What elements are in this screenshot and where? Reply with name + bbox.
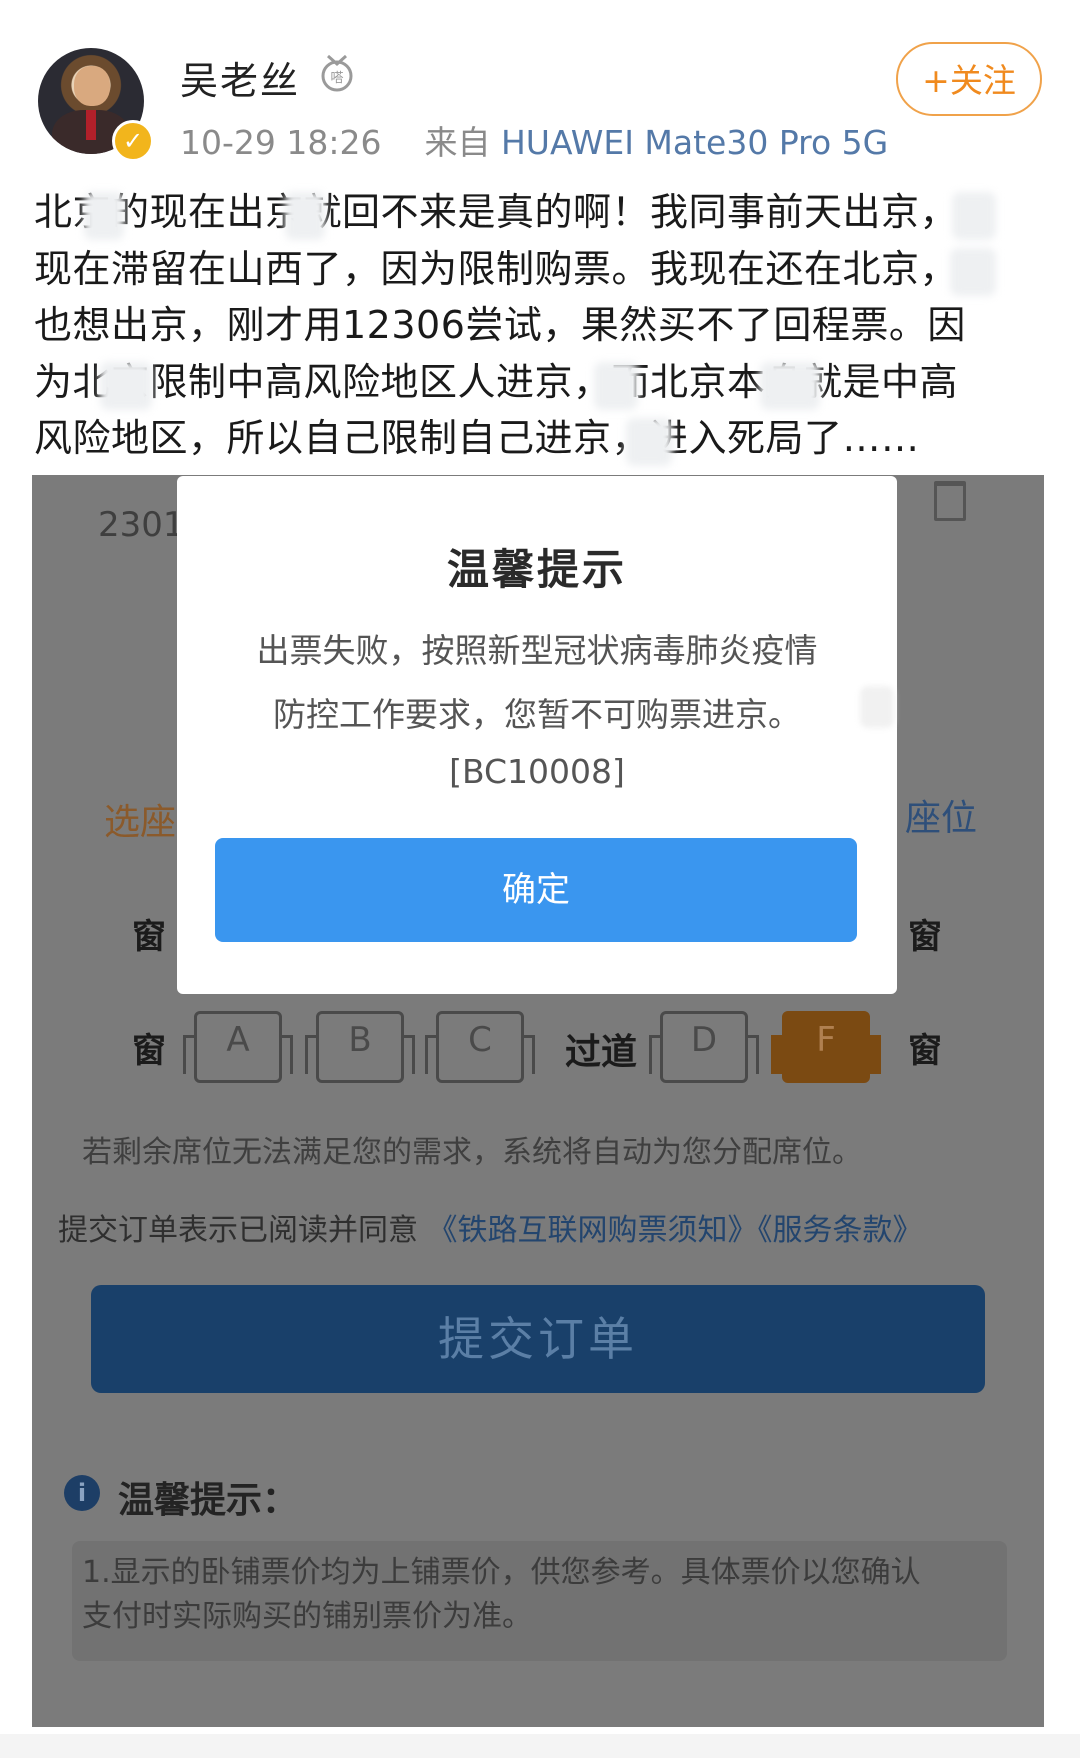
- post-timestamp: 10-29 18:26: [180, 123, 382, 162]
- avatar-tie: [86, 110, 96, 140]
- info-icon: i: [64, 1475, 100, 1511]
- blur-mask: [950, 248, 996, 296]
- blur-mask: [952, 192, 996, 240]
- medal-icon: 嗒: [321, 54, 353, 92]
- aisle-label: 过道: [565, 1032, 638, 1073]
- alert-dialog: 温馨提示 出票失败，按照新型冠状病毒肺炎疫情 防控工作要求，您暂不可购票进京。 …: [177, 476, 897, 994]
- seat-c[interactable]: C: [425, 1011, 535, 1083]
- auto-assign-hint: 若剩余席位无法满足您的需求，系统将自动为您分配席位。: [82, 1135, 862, 1170]
- dialog-message-line-2: 防控工作要求，您暂不可购票进京。: [273, 695, 801, 734]
- seat-c-label: C: [468, 1020, 492, 1060]
- blur-mask: [84, 192, 124, 240]
- seat-b[interactable]: B: [305, 1011, 415, 1083]
- svg-text:嗒: 嗒: [330, 71, 343, 86]
- blur-mask: [594, 362, 638, 410]
- dialog-error-code: [BC10008]: [449, 752, 625, 791]
- avatar-face: [74, 66, 110, 106]
- seat-d-label: D: [690, 1020, 718, 1060]
- source-prefix: 来自: [424, 123, 491, 162]
- seat-b-label: B: [348, 1020, 372, 1060]
- agreement-text: 提交订单表示已阅读并同意 《铁路互联网购票须知》《服务条款》: [58, 1205, 923, 1249]
- ticket-rules-link[interactable]: 《铁路互联网购票须知》: [428, 1213, 758, 1248]
- bottom-strip: [0, 1734, 1080, 1758]
- tip-line-2: 支付时实际购买的铺别票价为准。: [82, 1599, 532, 1634]
- agreement-prefix: 提交订单表示已阅读并同意: [58, 1213, 418, 1248]
- weibo-post-page: ✓ 吴老丝 嗒 10-29 18:26 来自 HUAWEI Mate30 Pro…: [0, 0, 1080, 1758]
- username[interactable]: 吴老丝: [180, 50, 300, 105]
- post-meta: 10-29 18:26 来自 HUAWEI Mate30 Pro 5G: [180, 116, 888, 164]
- post-line-4: 为北京限制中高风险地区人进京，而北京本身就是中高: [34, 359, 959, 404]
- verified-badge-icon: ✓: [112, 120, 154, 162]
- blur-mask: [760, 362, 820, 410]
- follow-button[interactable]: +关注: [896, 42, 1042, 116]
- window-label: 窗: [132, 917, 166, 957]
- terms-link[interactable]: 《服务条款》: [758, 1213, 923, 1248]
- source-device[interactable]: HUAWEI Mate30 Pro 5G: [501, 123, 888, 162]
- post-line-5: 风险地区，所以自己限制自己进京，进入死局了……: [34, 416, 920, 460]
- select-seat-label: 选座: [104, 802, 177, 843]
- order-number: 2301: [98, 505, 185, 545]
- submit-order-button[interactable]: 提交订单: [91, 1285, 985, 1393]
- seat-a-label: A: [226, 1020, 250, 1060]
- seat-d[interactable]: D: [649, 1011, 759, 1083]
- tips-title: 温馨提示：: [118, 1480, 299, 1521]
- confirm-button[interactable]: 确定: [215, 838, 857, 942]
- post-body: 北京的现在出京就回不来是真的啊！我同事前天出京， 现在滞留在山西了，因为限制购票…: [34, 184, 1054, 467]
- post-line-2: 现在滞留在山西了，因为限制购票。我现在还在北京，: [34, 246, 959, 291]
- window-label: 窗: [132, 1031, 166, 1071]
- blur-mask: [626, 418, 672, 466]
- blur-mask: [100, 362, 152, 410]
- trash-icon[interactable]: [934, 481, 966, 521]
- dialog-message-line-1: 出票失败，按照新型冠状病毒肺炎疫情: [256, 631, 818, 670]
- seat-a[interactable]: A: [183, 1011, 293, 1083]
- blur-mask: [285, 192, 325, 240]
- seat-f-label: F: [816, 1020, 836, 1060]
- dialog-title: 温馨提示: [446, 545, 627, 594]
- post-line-3: 也想出京，刚才用12306尝试，果然买不了回程票。因: [34, 303, 966, 347]
- blur-mask: [860, 686, 894, 728]
- post-line-1: 北京的现在出京就回不来是真的啊！我同事前天出京，: [34, 190, 959, 234]
- seat-label-right: 座位: [905, 798, 978, 839]
- window-label: 窗: [908, 917, 942, 957]
- seat-f-selected[interactable]: F: [771, 1011, 881, 1083]
- tip-line-1: 1.显示的卧铺票价均为上铺票价，供您参考。具体票价以您确认: [82, 1555, 921, 1590]
- window-label: 窗: [908, 1031, 942, 1071]
